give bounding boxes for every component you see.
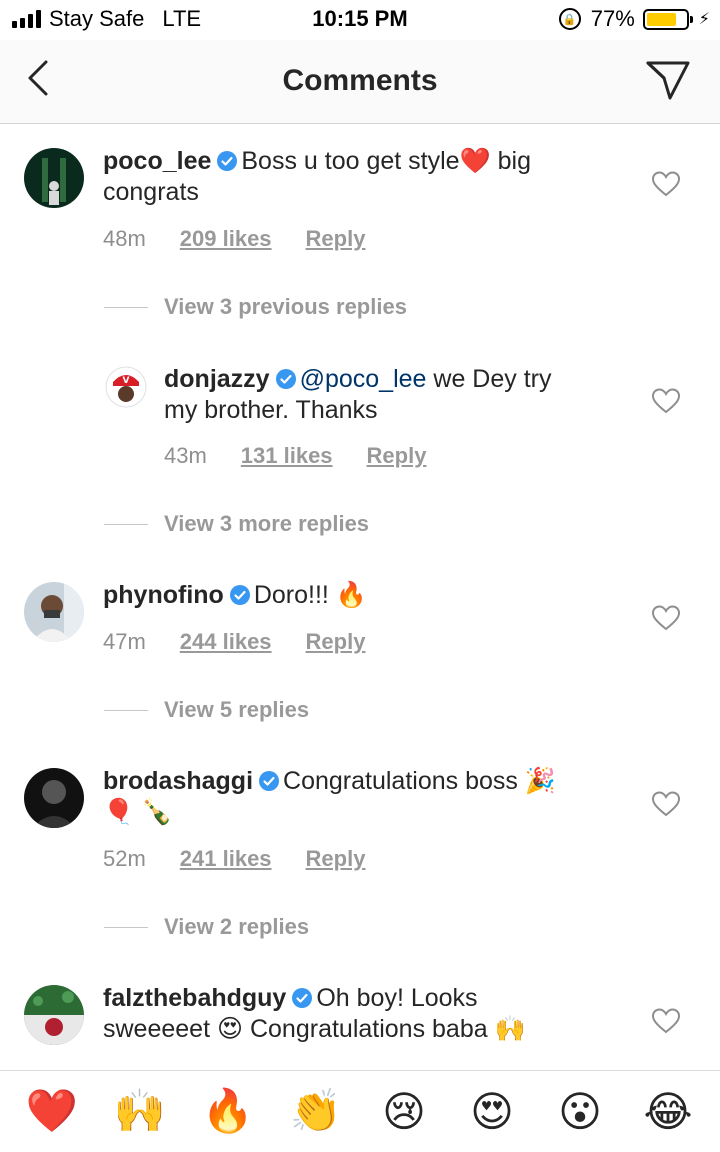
mention-link[interactable]: @poco_lee: [300, 365, 427, 393]
comment-message: Boss u too get style❤️ big: [241, 147, 531, 175]
battery-level: [646, 12, 677, 26]
rotation-lock-icon: 🔒: [558, 8, 581, 30]
heart-outline-icon: [651, 1008, 681, 1034]
avatar[interactable]: [24, 148, 84, 208]
comment-message-cont: congrats: [103, 178, 199, 206]
reply-button[interactable]: Reply: [306, 629, 366, 655]
reply-button[interactable]: Reply: [367, 443, 427, 469]
clapping-hands-emoji-button[interactable]: 👏: [286, 1087, 346, 1136]
avatar-image: [24, 985, 84, 1045]
avatar[interactable]: V: [105, 366, 147, 408]
comment-text: poco_lee Boss u too get style❤️ big congr…: [103, 146, 623, 208]
avatar[interactable]: [24, 582, 84, 642]
reply-button[interactable]: Reply: [306, 226, 366, 252]
verified-badge-icon: [259, 771, 280, 791]
status-right: 🔒 77% ⚡: [558, 6, 710, 32]
verified-badge-icon: [292, 988, 313, 1008]
divider-line: [104, 709, 148, 711]
view-replies-button[interactable]: View 2 replies: [104, 914, 309, 940]
like-button[interactable]: [651, 605, 681, 631]
avatar[interactable]: [24, 768, 84, 828]
comment-message-cont: sweeeeet 😍 Congratulations baba 🙌: [103, 1015, 526, 1043]
avatar-image: V: [105, 366, 147, 408]
heart-eyes-emoji-button[interactable]: 😍: [462, 1087, 522, 1136]
fire-emoji-button[interactable]: 🔥: [198, 1087, 258, 1136]
likes-link[interactable]: 131 likes: [241, 443, 333, 469]
heart-outline-icon: [651, 388, 681, 414]
avatar-image: [24, 768, 84, 828]
view-replies-label: View 3 more replies: [164, 511, 370, 536]
comment-meta: 52m 241 likes Reply: [103, 846, 365, 872]
status-bar: Stay Safe LTE 10:15 PM 🔒 77% ⚡: [0, 0, 720, 40]
comment-username[interactable]: falzthebahdguy: [103, 984, 286, 1012]
comment-message: Oh boy! Looks: [316, 984, 478, 1012]
comment-text: brodashaggi Congratulations boss 🎉 🎈 🍾: [103, 766, 623, 828]
view-replies-label: View 2 replies: [164, 914, 310, 939]
astonished-face-emoji-button[interactable]: 😮: [550, 1087, 610, 1136]
like-button[interactable]: [651, 171, 681, 197]
like-button[interactable]: [651, 791, 681, 817]
comment-meta: 47m 244 likes Reply: [103, 629, 365, 655]
comment-message: we Dey try: [426, 365, 552, 393]
comment-message: Doro!!! 🔥: [253, 581, 367, 609]
paper-plane-icon: [646, 61, 690, 100]
comment-text: phynofino Doro!!! 🔥: [103, 580, 623, 611]
verified-badge-icon: [217, 151, 238, 171]
charging-icon: ⚡: [698, 11, 710, 28]
page-title: Comments: [282, 64, 438, 97]
direct-message-button[interactable]: [644, 58, 692, 102]
comment-username[interactable]: poco_lee: [103, 147, 211, 175]
comment-message: Congratulations boss 🎉: [283, 767, 556, 795]
red-heart-emoji-button[interactable]: ❤️: [22, 1087, 82, 1136]
comment-username[interactable]: phynofino: [103, 581, 224, 609]
comment-time: 47m: [103, 629, 146, 654]
comment-meta: 48m 209 likes Reply: [103, 226, 365, 252]
comment-text: falzthebahdguy Oh boy! Looks sweeeeet 😍 C…: [103, 983, 623, 1045]
likes-link[interactable]: 209 likes: [180, 226, 272, 252]
battery-percent: 77%: [590, 6, 635, 31]
avatar-image: [24, 582, 84, 642]
likes-link[interactable]: 241 likes: [180, 846, 272, 872]
view-replies-button[interactable]: View 3 previous replies: [104, 294, 407, 320]
tears-of-joy-emoji-button[interactable]: 😂: [638, 1087, 698, 1136]
verified-badge-icon: [275, 369, 296, 389]
comment-message-cont: 🎈 🍾: [103, 798, 173, 826]
comment-meta: 43m 131 likes Reply: [164, 443, 426, 469]
comment-time: 48m: [103, 226, 146, 251]
reply-button[interactable]: Reply: [306, 846, 366, 872]
heart-outline-icon: [651, 171, 681, 197]
view-replies-label: View 3 previous replies: [164, 294, 407, 319]
view-replies-label: View 5 replies: [164, 697, 310, 722]
avatar-image: [24, 148, 84, 208]
comment-time: 52m: [103, 846, 146, 871]
comment-time: 43m: [164, 443, 207, 468]
comment-text: donjazzy @poco_lee we Dey try my brother.…: [164, 364, 624, 426]
nav-bar: Comments: [0, 40, 720, 124]
avatar[interactable]: [24, 985, 84, 1045]
like-button[interactable]: [651, 388, 681, 414]
likes-link[interactable]: 244 likes: [180, 629, 272, 655]
crying-face-emoji-button[interactable]: 😢: [374, 1087, 434, 1136]
emoji-reaction-bar: ❤️ 🙌 🔥 👏 😢 😍 😮 😂: [0, 1070, 720, 1152]
divider-line: [104, 523, 148, 525]
heart-outline-icon: [651, 791, 681, 817]
comment-username[interactable]: donjazzy: [164, 365, 270, 393]
comments-list[interactable]: poco_lee Boss u too get style❤️ big congr…: [0, 124, 720, 1070]
svg-text:V: V: [123, 376, 130, 386]
divider-line: [104, 926, 148, 928]
heart-outline-icon: [651, 605, 681, 631]
raising-hands-emoji-button[interactable]: 🙌: [110, 1087, 170, 1136]
comment-username[interactable]: brodashaggi: [103, 767, 253, 795]
like-button[interactable]: [651, 1008, 681, 1034]
battery-icon: [642, 8, 693, 30]
comment-message-cont: my brother. Thanks: [164, 396, 378, 424]
view-replies-button[interactable]: View 5 replies: [104, 697, 309, 723]
divider-line: [104, 306, 148, 308]
view-replies-button[interactable]: View 3 more replies: [104, 511, 369, 537]
verified-badge-icon: [229, 585, 250, 605]
